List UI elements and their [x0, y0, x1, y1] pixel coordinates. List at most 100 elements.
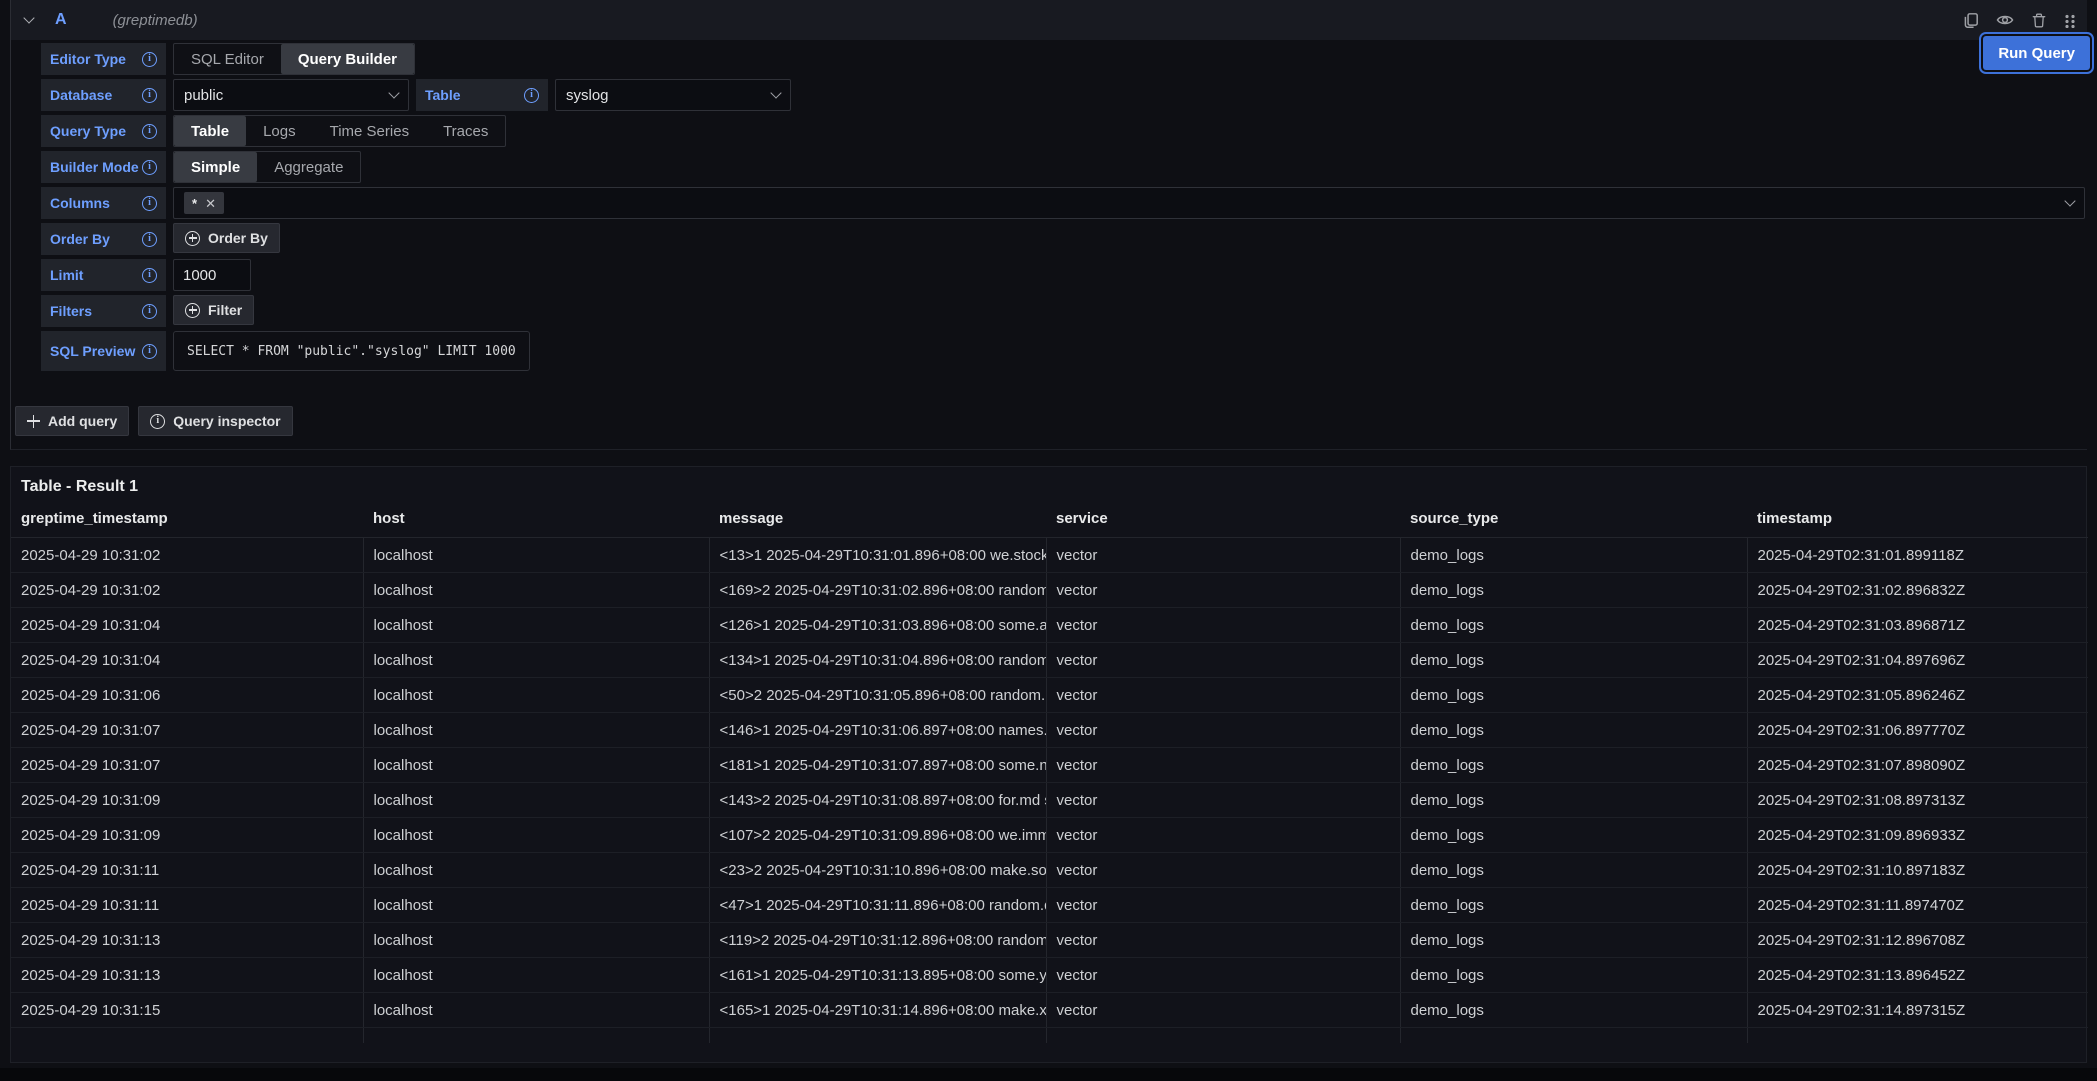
cell: 2025-04-29 10:31:02 [11, 573, 363, 608]
cell: demo_logs [1400, 958, 1747, 993]
drag-handle-icon[interactable] [2064, 13, 2075, 28]
cell: localhost [363, 958, 709, 993]
cell: localhost [363, 923, 709, 958]
grafana-panel-editor: A (greptimedb) [0, 0, 2097, 1081]
table-row: 2025-04-29 10:31:04localhost<126>1 2025-… [11, 608, 2088, 643]
plus-icon [27, 415, 40, 428]
query-inspector-button[interactable]: Query inspector [138, 406, 292, 436]
info-icon[interactable] [142, 268, 157, 283]
cell: vector [1046, 748, 1400, 783]
option-logs[interactable]: Logs [246, 116, 313, 146]
cell: 2025-04-29T02:31:06.897770Z [1747, 713, 2088, 748]
close-icon[interactable] [205, 197, 216, 210]
form-row-filters: Filters Filter [41, 295, 2087, 327]
cell: localhost [363, 538, 709, 573]
add-filter-label: Filter [208, 302, 242, 318]
collapse-chevron-icon[interactable] [23, 12, 34, 23]
table-row: 2025-04-29 10:31:09localhost<143>2 2025-… [11, 783, 2088, 818]
cell: 2025-04-29 10:31:13 [11, 958, 363, 993]
query-ref-id: A [55, 11, 67, 29]
option-time-series[interactable]: Time Series [313, 116, 426, 146]
query-row-header[interactable]: A (greptimedb) [11, 0, 2087, 40]
info-icon[interactable] [142, 232, 157, 247]
info-icon[interactable] [142, 124, 157, 139]
column-header-service[interactable]: service [1046, 502, 1400, 538]
label-text: Filters [50, 303, 92, 319]
column-header-greptime_timestamp[interactable]: greptime_timestamp [11, 502, 363, 538]
cell: vector [1046, 608, 1400, 643]
cell: 2025-04-29 10:31:07 [11, 713, 363, 748]
cell: vector [1046, 818, 1400, 853]
info-icon[interactable] [142, 160, 157, 175]
copy-icon[interactable] [1962, 12, 1979, 29]
info-icon[interactable] [142, 344, 157, 359]
limit-label: Limit [41, 259, 166, 291]
column-header-host[interactable]: host [363, 502, 709, 538]
cell: demo_logs [1400, 853, 1747, 888]
table-row: 2025-04-29 10:31:02localhost<13>1 2025-0… [11, 538, 2088, 573]
option-aggregate[interactable]: Aggregate [257, 152, 360, 182]
cell: 2025-04-29 10:31:13 [11, 923, 363, 958]
trash-icon[interactable] [2031, 12, 2047, 29]
form-row-columns: Columns * [41, 187, 2087, 219]
column-header-source_type[interactable]: source_type [1400, 502, 1747, 538]
add-order-by-button[interactable]: Order By [173, 223, 280, 253]
column-header-timestamp[interactable]: timestamp [1747, 502, 2088, 538]
option-traces[interactable]: Traces [426, 116, 505, 146]
label-text: Limit [50, 267, 83, 283]
run-query-button[interactable]: Run Query [1983, 36, 2090, 70]
cell: demo_logs [1400, 573, 1747, 608]
cell: <134>1 2025-04-29T10:31:04.896+08:00 ran… [709, 643, 1046, 678]
cell: localhost [363, 608, 709, 643]
cell [709, 1028, 1046, 1043]
column-header-message[interactable]: message [709, 502, 1046, 538]
editor-type-switch: SQL EditorQuery Builder [173, 43, 415, 75]
cell: vector [1046, 643, 1400, 678]
cell: localhost [363, 643, 709, 678]
form-row-order-by: Order By Order By [41, 223, 2087, 255]
query-type-label: Query Type [41, 115, 166, 147]
column-chip[interactable]: * [184, 192, 224, 214]
cell: demo_logs [1400, 678, 1747, 713]
cell [1046, 1028, 1400, 1043]
chevron-down-icon [2064, 195, 2075, 206]
info-icon[interactable] [142, 52, 157, 67]
cell: <143>2 2025-04-29T10:31:08.897+08:00 for… [709, 783, 1046, 818]
cell: localhost [363, 678, 709, 713]
cell: <165>1 2025-04-29T10:31:14.896+08:00 mak… [709, 993, 1046, 1028]
info-icon[interactable] [142, 304, 157, 319]
option-query-builder[interactable]: Query Builder [281, 44, 414, 74]
cell: 2025-04-29 10:31:15 [11, 993, 363, 1028]
cell: demo_logs [1400, 538, 1747, 573]
info-icon[interactable] [142, 196, 157, 211]
info-icon[interactable] [524, 88, 539, 103]
cell: <47>1 2025-04-29T10:31:11.896+08:00 rand… [709, 888, 1046, 923]
database-select[interactable]: public [173, 79, 409, 111]
cell: 2025-04-29 10:31:09 [11, 818, 363, 853]
info-circle-icon [150, 414, 165, 429]
cell: demo_logs [1400, 783, 1747, 818]
add-filter-button[interactable]: Filter [173, 295, 254, 325]
query-editor-footer: Add query Query inspector [15, 406, 293, 436]
add-query-button[interactable]: Add query [15, 406, 129, 436]
form-row-query-type: Query Type TableLogsTime SeriesTraces [41, 115, 2087, 147]
limit-input[interactable] [173, 259, 251, 291]
option-table[interactable]: Table [174, 116, 246, 146]
option-sql-editor[interactable]: SQL Editor [174, 44, 281, 74]
table-select[interactable]: syslog [555, 79, 791, 111]
columns-multiselect[interactable]: * [173, 187, 2085, 219]
eye-icon[interactable] [1996, 11, 2014, 29]
label-text: Query Type [50, 123, 126, 139]
table-row: 2025-04-29 10:31:13localhost<161>1 2025-… [11, 958, 2088, 993]
form-row-limit: Limit [41, 259, 2087, 291]
cell [1747, 1028, 2088, 1043]
table-row: 2025-04-29 10:31:02localhost<169>2 2025-… [11, 573, 2088, 608]
cell: localhost [363, 748, 709, 783]
query-inspector-label: Query inspector [173, 413, 280, 429]
option-simple[interactable]: Simple [174, 152, 257, 182]
cell: vector [1046, 923, 1400, 958]
cell: 2025-04-29T02:31:08.897313Z [1747, 783, 2088, 818]
cell: vector [1046, 538, 1400, 573]
info-icon[interactable] [142, 88, 157, 103]
cell: 2025-04-29T02:31:10.897183Z [1747, 853, 2088, 888]
